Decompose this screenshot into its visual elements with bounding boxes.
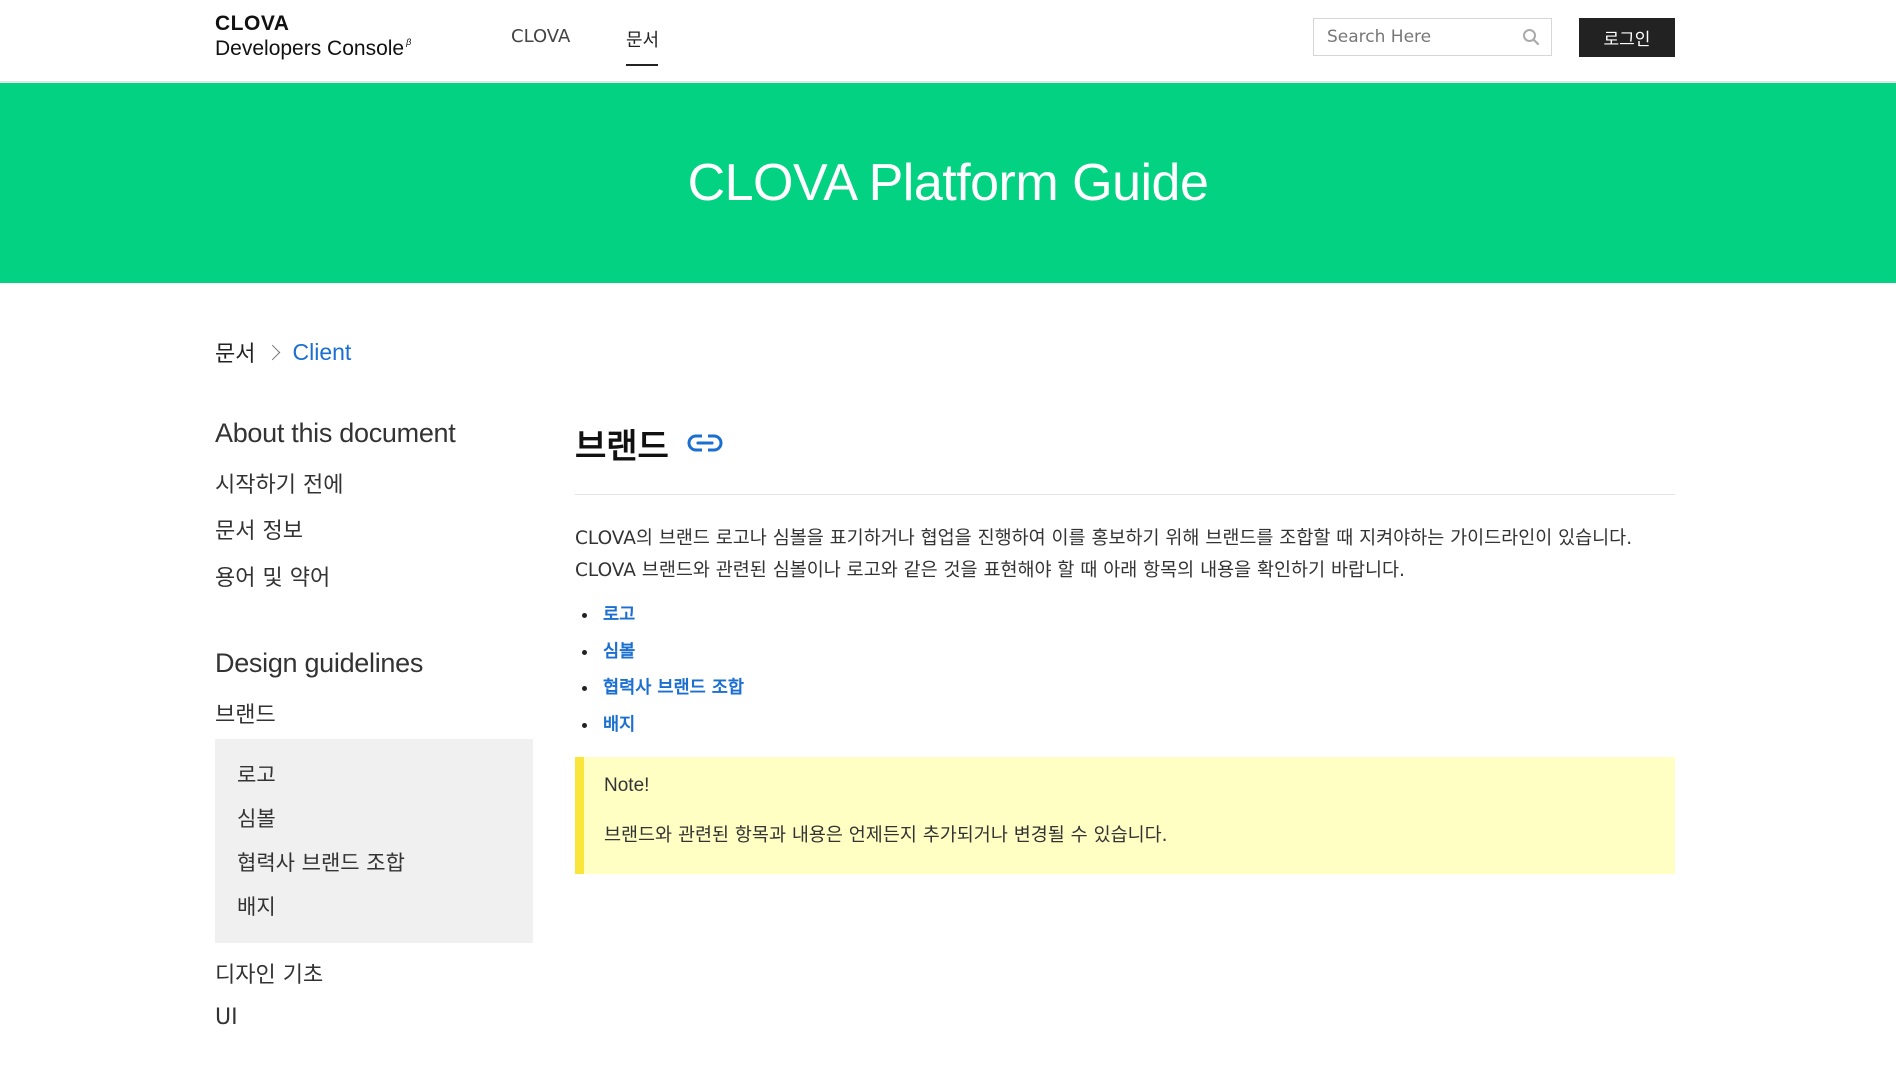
sidebar-item-terms[interactable]: 용어 및 약어 xyxy=(215,560,533,606)
sidebar-subitem-badge[interactable]: 배지 xyxy=(215,885,533,929)
logo-console-label: Developers Console xyxy=(215,37,405,60)
search-icon[interactable] xyxy=(1522,28,1540,46)
intro-paragraph: CLOVA의 브랜드 로고나 심볼을 표기하거나 협업을 진행하여 이를 홍보하… xyxy=(575,523,1675,587)
sidebar: About this document 시작하기 전에 문서 정보 용어 및 약… xyxy=(215,418,533,1045)
page-title-row: 브랜드 xyxy=(575,418,1675,468)
login-button[interactable]: 로그인 xyxy=(1579,18,1675,57)
intro-line-2: CLOVA 브랜드와 관련된 심볼이나 로고와 같은 것을 표현해야 할 때 아… xyxy=(575,560,1405,581)
list-item: 협력사 브랜드 조합 xyxy=(582,670,1675,707)
intro-line-1: CLOVA의 브랜드 로고나 심볼을 표기하거나 협업을 진행하여 이를 홍보하… xyxy=(575,528,1633,549)
list-item: 배지 xyxy=(582,707,1675,744)
sidebar-item-ui[interactable]: UI xyxy=(215,1005,533,1045)
sidebar-item-brand[interactable]: 브랜드 xyxy=(215,697,533,739)
logo-beta-mark: β xyxy=(406,37,412,47)
breadcrumb: 문서 Client xyxy=(215,336,351,368)
toc-link-badge[interactable]: 배지 xyxy=(603,715,635,735)
top-header: CLOVA Developers Consoleβ CLOVA 문서 로그인 xyxy=(0,0,1896,83)
sidebar-item-doc-info[interactable]: 문서 정보 xyxy=(215,513,533,560)
sidebar-item-design-basics[interactable]: 디자인 기초 xyxy=(215,957,533,1005)
toc-link-partner-brand[interactable]: 협력사 브랜드 조합 xyxy=(603,678,744,698)
sidebar-subitem-symbol[interactable]: 심볼 xyxy=(215,797,533,841)
sidebar-item-before-start[interactable]: 시작하기 전에 xyxy=(215,467,533,513)
section-toc: 로고 심볼 협력사 브랜드 조합 배지 xyxy=(575,597,1675,743)
breadcrumb-current[interactable]: Client xyxy=(292,339,351,366)
note-callout: Note! 브랜드와 관련된 항목과 내용은 언제든지 추가되거나 변경될 수 … xyxy=(575,757,1675,874)
nav-docs[interactable]: 문서 xyxy=(626,26,659,52)
sidebar-subitem-partner-brand[interactable]: 협력사 브랜드 조합 xyxy=(215,841,533,885)
main-content: 브랜드 CLOVA의 브랜드 로고나 심볼을 표기하거나 협업을 진행하여 이를… xyxy=(575,418,1675,874)
clova-developers-logo[interactable]: CLOVA Developers Console β xyxy=(215,13,411,59)
title-divider xyxy=(575,494,1675,495)
sidebar-heading-design: Design guidelines xyxy=(215,648,424,678)
sidebar-subitem-logo[interactable]: 로고 xyxy=(215,753,533,797)
note-title: Note! xyxy=(604,775,650,796)
logo-clova-text: CLOVA xyxy=(215,12,290,35)
note-body: 브랜드와 관련된 항목과 내용은 언제든지 추가되거나 변경될 수 있습니다. xyxy=(604,825,1168,846)
breadcrumb-root[interactable]: 문서 xyxy=(215,336,255,368)
search-box xyxy=(1313,18,1552,56)
search-input[interactable] xyxy=(1314,19,1527,55)
hero-title: CLOVA Platform Guide xyxy=(687,154,1209,212)
list-item: 심볼 xyxy=(582,634,1675,671)
chevron-right-icon xyxy=(265,344,281,360)
nav-clova[interactable]: CLOVA xyxy=(511,26,570,47)
toc-link-symbol[interactable]: 심볼 xyxy=(603,642,635,662)
toc-link-logo[interactable]: 로고 xyxy=(603,605,635,625)
nav-active-indicator xyxy=(626,64,658,66)
sidebar-heading-about: About this document xyxy=(215,418,456,448)
list-item: 로고 xyxy=(582,597,1675,634)
hero-banner: CLOVA Platform Guide xyxy=(0,83,1896,283)
link-icon[interactable] xyxy=(687,432,723,454)
sidebar-submenu-brand: 로고 심볼 협력사 브랜드 조합 배지 xyxy=(215,739,533,943)
logo-console-text: Developers Console β xyxy=(215,37,412,60)
page-title: 브랜드 xyxy=(575,426,669,467)
